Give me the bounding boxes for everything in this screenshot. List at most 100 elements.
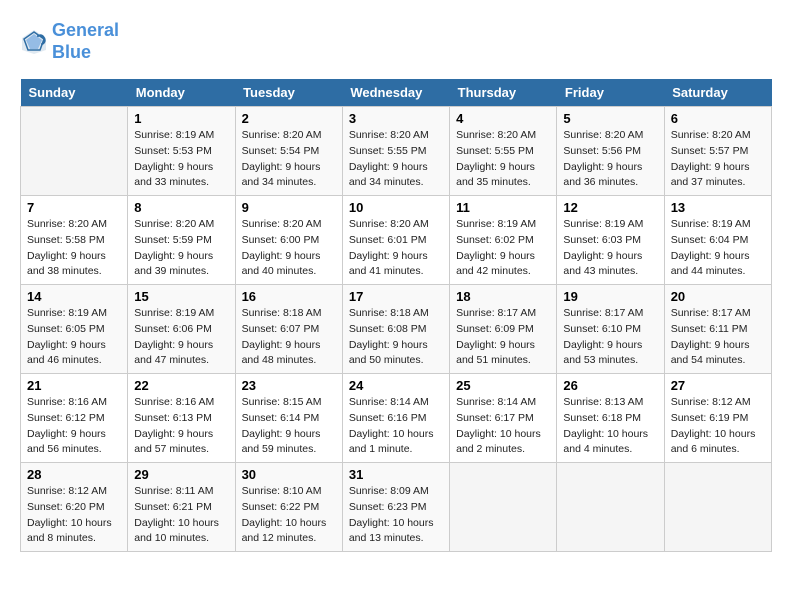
cell-info: Sunrise: 8:20 AMSunset: 5:57 PMDaylight:… — [671, 128, 765, 191]
calendar-body: 1 Sunrise: 8:19 AMSunset: 5:53 PMDaylight… — [21, 107, 772, 552]
cell-info: Sunrise: 8:19 AMSunset: 5:53 PMDaylight:… — [134, 128, 228, 191]
cell-info: Sunrise: 8:20 AMSunset: 6:00 PMDaylight:… — [242, 217, 336, 280]
calendar-cell: 23 Sunrise: 8:15 AMSunset: 6:14 PMDayligh… — [235, 374, 342, 463]
day-number: 12 — [563, 200, 657, 215]
cell-info: Sunrise: 8:17 AMSunset: 6:11 PMDaylight:… — [671, 306, 765, 369]
day-number: 14 — [27, 289, 121, 304]
calendar-cell: 3 Sunrise: 8:20 AMSunset: 5:55 PMDaylight… — [342, 107, 449, 196]
calendar-cell: 11 Sunrise: 8:19 AMSunset: 6:02 PMDayligh… — [450, 196, 557, 285]
day-number: 1 — [134, 111, 228, 126]
day-number: 5 — [563, 111, 657, 126]
weekday-header: Monday — [128, 79, 235, 107]
cell-info: Sunrise: 8:10 AMSunset: 6:22 PMDaylight:… — [242, 484, 336, 547]
calendar-week: 28Sunrise: 8:12 AMSunset: 6:20 PMDayligh… — [21, 463, 772, 552]
day-number: 3 — [349, 111, 443, 126]
cell-info: Sunrise: 8:19 AMSunset: 6:02 PMDaylight:… — [456, 217, 550, 280]
calendar-cell: 31 Sunrise: 8:09 AMSunset: 6:23 PMDayligh… — [342, 463, 449, 552]
cell-info: Sunrise: 8:20 AMSunset: 5:59 PMDaylight:… — [134, 217, 228, 280]
calendar-table: SundayMondayTuesdayWednesdayThursdayFrid… — [20, 79, 772, 552]
calendar-cell: 19 Sunrise: 8:17 AMSunset: 6:10 PMDayligh… — [557, 285, 664, 374]
cell-info: Sunrise: 8:12 AMSunset: 6:20 PMDaylight:… — [27, 484, 121, 547]
day-number: 20 — [671, 289, 765, 304]
calendar-cell: 13 Sunrise: 8:19 AMSunset: 6:04 PMDayligh… — [664, 196, 771, 285]
calendar-cell: 29 Sunrise: 8:11 AMSunset: 6:21 PMDayligh… — [128, 463, 235, 552]
cell-info: Sunrise: 8:20 AMSunset: 6:01 PMDaylight:… — [349, 217, 443, 280]
calendar-cell: 8 Sunrise: 8:20 AMSunset: 5:59 PMDaylight… — [128, 196, 235, 285]
calendar-cell: 27 Sunrise: 8:12 AMSunset: 6:19 PMDayligh… — [664, 374, 771, 463]
cell-info: Sunrise: 8:18 AMSunset: 6:07 PMDaylight:… — [242, 306, 336, 369]
cell-info: Sunrise: 8:11 AMSunset: 6:21 PMDaylight:… — [134, 484, 228, 547]
cell-info: Sunrise: 8:17 AMSunset: 6:10 PMDaylight:… — [563, 306, 657, 369]
day-number: 10 — [349, 200, 443, 215]
day-number: 16 — [242, 289, 336, 304]
calendar-cell: 26 Sunrise: 8:13 AMSunset: 6:18 PMDayligh… — [557, 374, 664, 463]
day-number: 11 — [456, 200, 550, 215]
cell-info: Sunrise: 8:19 AMSunset: 6:04 PMDaylight:… — [671, 217, 765, 280]
weekday-header: Sunday — [21, 79, 128, 107]
cell-info: Sunrise: 8:14 AMSunset: 6:17 PMDaylight:… — [456, 395, 550, 458]
day-number: 23 — [242, 378, 336, 393]
calendar-cell: 15Sunrise: 8:19 AMSunset: 6:06 PMDayligh… — [128, 285, 235, 374]
weekday-header: Friday — [557, 79, 664, 107]
day-number: 18 — [456, 289, 550, 304]
calendar-cell: 4 Sunrise: 8:20 AMSunset: 5:55 PMDaylight… — [450, 107, 557, 196]
cell-info: Sunrise: 8:19 AMSunset: 6:03 PMDaylight:… — [563, 217, 657, 280]
calendar-cell: 12 Sunrise: 8:19 AMSunset: 6:03 PMDayligh… — [557, 196, 664, 285]
logo-text: General Blue — [52, 20, 119, 63]
cell-info: Sunrise: 8:20 AMSunset: 5:56 PMDaylight:… — [563, 128, 657, 191]
cell-info: Sunrise: 8:18 AMSunset: 6:08 PMDaylight:… — [349, 306, 443, 369]
day-number: 8 — [134, 200, 228, 215]
calendar-cell: 22Sunrise: 8:16 AMSunset: 6:13 PMDayligh… — [128, 374, 235, 463]
day-number: 31 — [349, 467, 443, 482]
cell-info: Sunrise: 8:09 AMSunset: 6:23 PMDaylight:… — [349, 484, 443, 547]
logo: General Blue — [20, 20, 119, 63]
day-number: 26 — [563, 378, 657, 393]
page-header: General Blue — [20, 20, 772, 63]
calendar-cell: 18Sunrise: 8:17 AMSunset: 6:09 PMDayligh… — [450, 285, 557, 374]
cell-info: Sunrise: 8:20 AMSunset: 5:55 PMDaylight:… — [456, 128, 550, 191]
calendar-week: 21Sunrise: 8:16 AMSunset: 6:12 PMDayligh… — [21, 374, 772, 463]
day-number: 24 — [349, 378, 443, 393]
day-number: 27 — [671, 378, 765, 393]
calendar-cell: 10 Sunrise: 8:20 AMSunset: 6:01 PMDayligh… — [342, 196, 449, 285]
calendar-cell: 20 Sunrise: 8:17 AMSunset: 6:11 PMDayligh… — [664, 285, 771, 374]
calendar-cell: 7Sunrise: 8:20 AMSunset: 5:58 PMDaylight… — [21, 196, 128, 285]
weekday-header: Saturday — [664, 79, 771, 107]
calendar-cell: 2 Sunrise: 8:20 AMSunset: 5:54 PMDaylight… — [235, 107, 342, 196]
cell-info: Sunrise: 8:13 AMSunset: 6:18 PMDaylight:… — [563, 395, 657, 458]
cell-info: Sunrise: 8:20 AMSunset: 5:55 PMDaylight:… — [349, 128, 443, 191]
calendar-header: SundayMondayTuesdayWednesdayThursdayFrid… — [21, 79, 772, 107]
calendar-cell — [450, 463, 557, 552]
cell-info: Sunrise: 8:12 AMSunset: 6:19 PMDaylight:… — [671, 395, 765, 458]
calendar-cell: 16 Sunrise: 8:18 AMSunset: 6:07 PMDayligh… — [235, 285, 342, 374]
cell-info: Sunrise: 8:16 AMSunset: 6:13 PMDaylight:… — [134, 395, 228, 458]
cell-info: Sunrise: 8:20 AMSunset: 5:54 PMDaylight:… — [242, 128, 336, 191]
calendar-cell — [21, 107, 128, 196]
weekday-header: Tuesday — [235, 79, 342, 107]
cell-info: Sunrise: 8:15 AMSunset: 6:14 PMDaylight:… — [242, 395, 336, 458]
cell-info: Sunrise: 8:14 AMSunset: 6:16 PMDaylight:… — [349, 395, 443, 458]
day-number: 25 — [456, 378, 550, 393]
calendar-cell: 24 Sunrise: 8:14 AMSunset: 6:16 PMDayligh… — [342, 374, 449, 463]
cell-info: Sunrise: 8:19 AMSunset: 6:05 PMDaylight:… — [27, 306, 121, 369]
calendar-cell: 28Sunrise: 8:12 AMSunset: 6:20 PMDayligh… — [21, 463, 128, 552]
cell-info: Sunrise: 8:19 AMSunset: 6:06 PMDaylight:… — [134, 306, 228, 369]
calendar-cell: 25 Sunrise: 8:14 AMSunset: 6:17 PMDayligh… — [450, 374, 557, 463]
calendar-cell: 21Sunrise: 8:16 AMSunset: 6:12 PMDayligh… — [21, 374, 128, 463]
calendar-cell: 14 Sunrise: 8:19 AMSunset: 6:05 PMDayligh… — [21, 285, 128, 374]
calendar-cell: 6Sunrise: 8:20 AMSunset: 5:57 PMDaylight… — [664, 107, 771, 196]
day-number: 13 — [671, 200, 765, 215]
day-number: 19 — [563, 289, 657, 304]
logo-icon — [20, 28, 48, 56]
calendar-cell: 5 Sunrise: 8:20 AMSunset: 5:56 PMDaylight… — [557, 107, 664, 196]
weekday-header: Wednesday — [342, 79, 449, 107]
day-number: 30 — [242, 467, 336, 482]
calendar-week: 1 Sunrise: 8:19 AMSunset: 5:53 PMDaylight… — [21, 107, 772, 196]
day-number: 17 — [349, 289, 443, 304]
day-number: 4 — [456, 111, 550, 126]
calendar-week: 14 Sunrise: 8:19 AMSunset: 6:05 PMDayligh… — [21, 285, 772, 374]
calendar-cell — [557, 463, 664, 552]
day-number: 29 — [134, 467, 228, 482]
day-number: 2 — [242, 111, 336, 126]
weekday-header: Thursday — [450, 79, 557, 107]
